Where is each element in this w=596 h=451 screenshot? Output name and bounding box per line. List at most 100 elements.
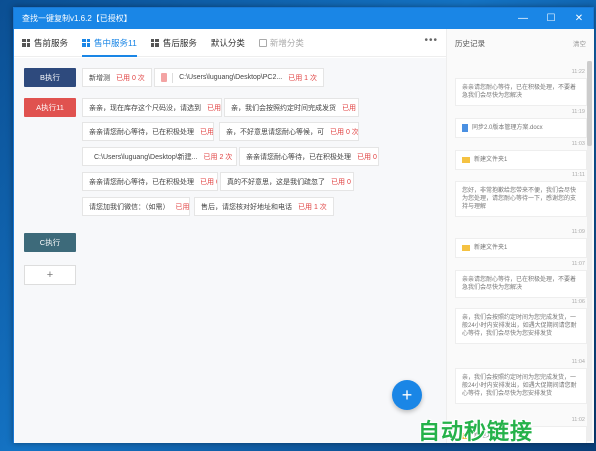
- group-c-button[interactable]: C执行: [24, 233, 76, 252]
- close-button[interactable]: ✕: [565, 8, 593, 29]
- phrase-item[interactable]: 请您加我们微信：（如需） 已用 0 次: [82, 197, 190, 216]
- add-category-icon: [258, 38, 267, 47]
- history-entry[interactable]: 11:22 亲亲请您耐心等待，已在积极处理，不要着急我们会尽快为您解决: [455, 69, 587, 107]
- grid-icon: [150, 38, 159, 47]
- tab-presale[interactable]: 售前服务: [22, 29, 68, 57]
- history-entry[interactable]: 11:07 亲亲请您耐心等待，已在积极处理，不要着急我们会尽快为您解决: [455, 261, 587, 299]
- tab-label: 售中服务11: [94, 37, 137, 48]
- phrase-text: 亲，我们会按照约定时间完成发货: [231, 104, 336, 112]
- history-card: 新建文件夹1: [455, 238, 587, 259]
- phrase-item[interactable]: 亲亲，现在库存这个尺码没，请选到 已用 0 次: [82, 98, 222, 117]
- phrase-item[interactable]: 亲亲请您耐心等待，已在积极处理 已用 0 次: [82, 172, 218, 191]
- use-count: 已用 0 次: [207, 104, 221, 112]
- maximize-button[interactable]: ☐: [537, 8, 565, 29]
- scroll-thumb[interactable]: [587, 61, 592, 146]
- folder-icon: [462, 245, 470, 252]
- history-entry[interactable]: 11:09 新建文件夹1: [455, 229, 587, 259]
- tab-add-category[interactable]: 新增分类: [258, 29, 304, 57]
- use-count: 已用 0 次: [116, 74, 145, 82]
- more-icon[interactable]: •••: [424, 35, 438, 46]
- history-text: 亲亲请您耐心等待，已在积极处理，不要着急我们会尽快为您解决: [455, 78, 587, 107]
- minimize-button[interactable]: —: [509, 8, 537, 29]
- phrase-text: 亲亲，现在库存这个尺码没，请选到: [89, 104, 201, 112]
- history-time: 11:09: [571, 229, 585, 235]
- title-bar: 查找一键复制v1.6.2【已授权】 — ☐ ✕: [14, 8, 593, 29]
- history-title: 历史记录: [455, 38, 485, 48]
- phrase-text: 真的不好意思，这是我们疏忽了: [227, 178, 325, 186]
- history-time: 11:11: [572, 172, 585, 178]
- tab-aftersale[interactable]: 售后服务: [150, 29, 197, 57]
- phrase-text: 请您加我们微信：（如需）: [89, 203, 170, 211]
- phrase-item[interactable]: C:\Users\luguang\Desktop\新建... 已用 2 次: [82, 147, 237, 166]
- tab-label: 默认分类: [210, 37, 245, 48]
- history-card: 同步2.0版本管理方案.docx: [455, 118, 587, 139]
- history-text: 亲亲请您耐心等待，已在积极处理，不要着急我们会尽快为您解决: [455, 270, 587, 299]
- history-entry[interactable]: 11:11 您好，非常抱歉给您带来不便，我们会尽快为您处理，请您耐心等待一下，感…: [455, 172, 587, 218]
- phrase-text: 亲亲请您耐心等待，已在积极处理: [89, 128, 194, 136]
- use-count: 已用 0 次: [175, 203, 190, 211]
- phrase-text: 亲亲请您耐心等待，已在积极处理: [89, 178, 194, 186]
- use-count: 已用 1 次: [288, 74, 317, 82]
- phrase-item[interactable]: 售后，请您核对好地址和电话 已用 1 次: [194, 197, 334, 216]
- document-icon: [462, 124, 468, 133]
- history-text: 新建文件夹1: [474, 157, 508, 163]
- clear-history-button[interactable]: 清空: [573, 38, 586, 48]
- phrase-text: 售后，请您核对好地址和电话: [201, 203, 292, 211]
- history-panel: 历史记录 清空 11:22 亲亲请您耐心等待，已在积极处理，不要着急我们会尽快为…: [446, 29, 594, 443]
- use-count: 已用 0 次: [200, 178, 217, 186]
- phrase-item[interactable]: 亲亲请您耐心等待，已在积极处理 已用 0 次: [239, 147, 379, 166]
- history-card: 新建文件夹1: [455, 150, 587, 171]
- tab-label: 售后服务: [162, 37, 197, 48]
- tab-label: 售前服务: [34, 37, 69, 48]
- history-time: 11:22: [571, 69, 585, 75]
- history-header: 历史记录 清空: [447, 29, 594, 57]
- history-time: 11:03: [571, 141, 585, 147]
- history-entry[interactable]: 11:19 同步2.0版本管理方案.docx: [455, 109, 587, 139]
- phrase-item[interactable]: C:\Users\luguang\Desktop\PC2... 已用 1 次: [154, 68, 324, 87]
- grid-icon: [82, 38, 91, 47]
- phrase-item[interactable]: 亲，不好意思请您耐心等候，可 已用 0 次: [219, 122, 359, 141]
- history-text: 新建文件夹1: [474, 245, 508, 251]
- phrase-item[interactable]: 真的不好意思，这是我们疏忽了 已用 0 次: [220, 172, 354, 191]
- history-text: 亲，我们会按照约定时间为您完成发货，一般24小时内安排发出，如遇大促期间请您耐心…: [455, 368, 587, 405]
- grid-icon: [22, 38, 30, 47]
- use-count: 已用 2 次: [203, 153, 233, 161]
- phrase-item[interactable]: 新增测 已用 0 次: [82, 68, 152, 87]
- history-text: 同步2.0版本管理方案.docx: [472, 125, 543, 131]
- history-scrollbar[interactable]: [587, 61, 592, 441]
- use-count: 已用 2 次: [200, 128, 214, 136]
- tab-default[interactable]: 默认分类: [211, 29, 245, 57]
- phrase-text: 亲亲请您耐心等待，已在积极处理: [246, 153, 351, 161]
- use-count: 已用 2 次: [342, 104, 358, 112]
- tab-insale[interactable]: 售中服务11: [82, 29, 137, 57]
- group-a-button[interactable]: A执行11: [24, 98, 76, 117]
- folder-icon: [462, 157, 470, 164]
- file-icon: [161, 73, 168, 82]
- history-text: 您好，非常抱歉给您带来不便，我们会尽快为您处理，请您耐心等待一下，感谢您的支持与…: [455, 181, 587, 218]
- watermark-logo: 自动秒链接: [418, 420, 534, 445]
- add-phrase-fab[interactable]: +: [392, 380, 422, 410]
- history-entry[interactable]: 11:03 新建文件夹1: [455, 141, 587, 171]
- phrase-text: 亲，不好意思请您耐心等候，可: [226, 128, 324, 136]
- phrase-item[interactable]: 亲亲请您耐心等待，已在积极处理 已用 2 次: [82, 122, 214, 141]
- phrase-item[interactable]: 亲，我们会按照约定时间完成发货 已用 2 次: [224, 98, 359, 117]
- window-title: 查找一键复制v1.6.2【已授权】: [22, 14, 132, 23]
- phrase-area: B执行 A执行11 C执行 + 新增测 已用 0 次 C:\Users\lugu…: [14, 58, 446, 443]
- history-time: 11:07: [571, 261, 585, 267]
- category-tabs: 售前服务 售中服务11 售后服务 默认分类 新增分类 •••: [14, 29, 446, 57]
- phrase-text: C:\Users\luguang\Desktop\PC2...: [179, 74, 283, 81]
- history-time: 11:19: [571, 109, 585, 115]
- separator: [172, 72, 174, 83]
- history-time: 11:06: [571, 299, 585, 305]
- use-count: 已用 1 次: [298, 203, 327, 211]
- history-entry[interactable]: 11:04 亲，我们会按照约定时间为您完成发货，一般24小时内安排发出，如遇大促…: [455, 359, 587, 405]
- use-count: 已用 0 次: [331, 178, 353, 186]
- group-b-button[interactable]: B执行: [24, 68, 76, 87]
- app-window: 查找一键复制v1.6.2【已授权】 — ☐ ✕ 售前服务 售中服务11 售后服务…: [13, 7, 594, 443]
- tab-label: 新增分类: [269, 37, 304, 48]
- phrase-text: C:\Users\luguang\Desktop\新建...: [94, 153, 198, 161]
- history-entry[interactable]: 11:06 亲，我们会按照约定时间为您完成发货，一般24小时内安排发出，如遇大促…: [455, 299, 587, 345]
- history-time: 11:04: [571, 359, 585, 365]
- use-count: 已用 0 次: [330, 128, 359, 136]
- add-group-button[interactable]: +: [24, 265, 76, 285]
